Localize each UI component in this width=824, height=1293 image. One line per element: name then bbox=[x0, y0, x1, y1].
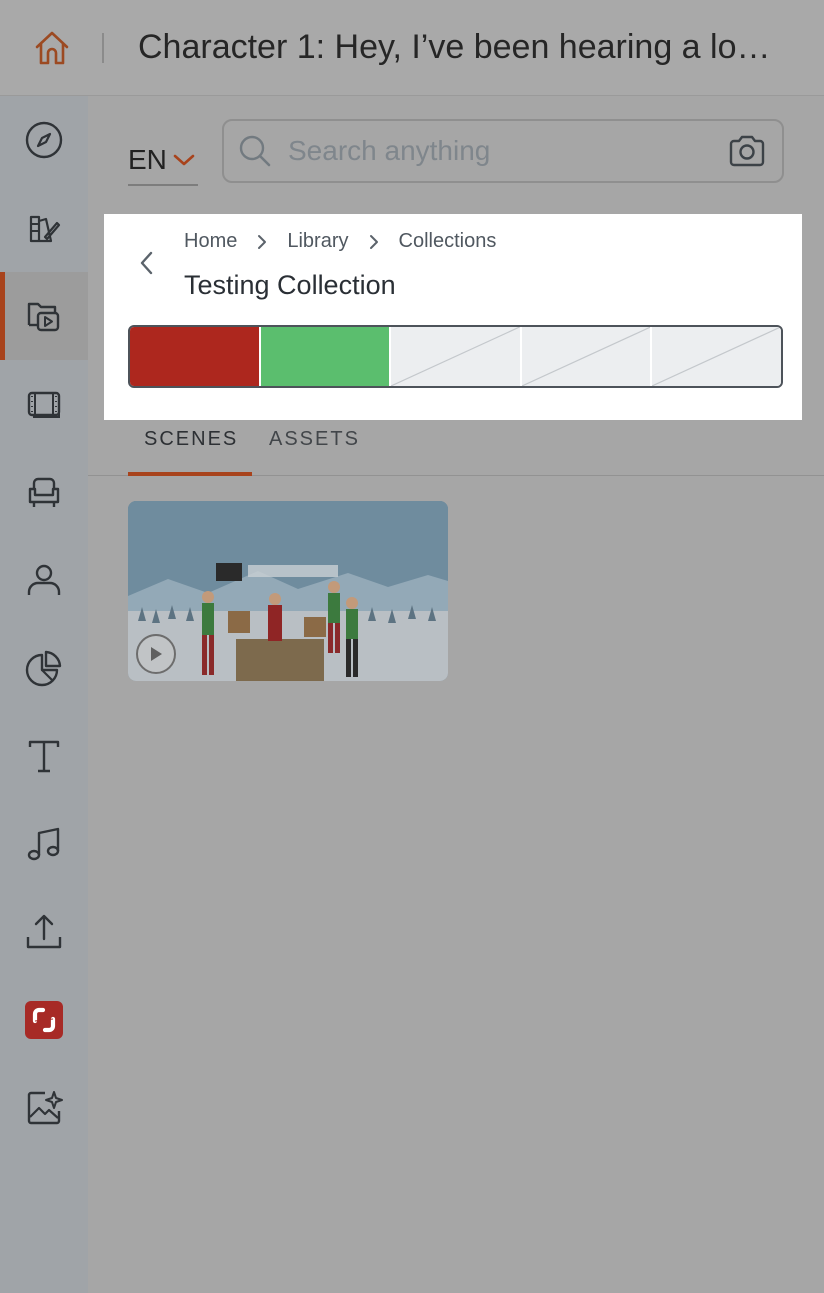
sidebar-item-charts[interactable] bbox=[0, 624, 88, 712]
document-title[interactable]: Character 1: Hey, I’ve been hearing a lo… bbox=[138, 28, 778, 67]
color-segment-empty[interactable] bbox=[389, 327, 520, 386]
scene-preview-image bbox=[128, 501, 448, 681]
language-selector[interactable]: EN bbox=[128, 136, 198, 186]
sidebar-item-ai-image[interactable] bbox=[0, 1064, 88, 1152]
folder-play-icon bbox=[27, 302, 60, 332]
home-icon bbox=[35, 31, 69, 64]
breadcrumb-collections[interactable]: Collections bbox=[399, 230, 497, 253]
tab-scenes[interactable]: SCENES bbox=[144, 428, 238, 451]
compass-icon bbox=[25, 121, 63, 159]
chevron-right-icon bbox=[369, 234, 378, 249]
image-sparkle-icon bbox=[27, 1091, 63, 1125]
music-note-icon bbox=[27, 827, 60, 861]
sidebar-item-characters[interactable] bbox=[0, 536, 88, 624]
sidebar-item-scenes[interactable] bbox=[0, 360, 88, 448]
search-input[interactable] bbox=[288, 135, 708, 167]
play-icon bbox=[151, 647, 162, 661]
chevron-left-icon[interactable] bbox=[134, 250, 160, 276]
sidebar-item-props[interactable] bbox=[0, 448, 88, 536]
top-bar: Character 1: Hey, I’ve been hearing a lo… bbox=[0, 0, 824, 96]
tab-assets[interactable]: ASSETS bbox=[269, 428, 360, 451]
palette-brush-icon bbox=[29, 215, 61, 243]
breadcrumb: Home Library Collections bbox=[184, 230, 496, 253]
scene-thumbnail[interactable] bbox=[128, 501, 448, 681]
chevron-down-icon bbox=[173, 154, 195, 166]
pie-chart-icon bbox=[25, 650, 62, 687]
sidebar-item-brand[interactable] bbox=[0, 976, 88, 1064]
tab-bar: SCENES ASSETS bbox=[88, 416, 824, 476]
film-icon bbox=[27, 391, 61, 418]
home-button[interactable] bbox=[0, 0, 104, 96]
collection-color-bar[interactable] bbox=[128, 325, 783, 388]
sidebar-item-music[interactable] bbox=[0, 800, 88, 888]
camera-icon[interactable] bbox=[728, 134, 766, 168]
color-segment-empty[interactable] bbox=[519, 327, 651, 386]
sidebar bbox=[0, 96, 88, 1293]
active-tab-indicator bbox=[128, 472, 252, 476]
sidebar-item-explore[interactable] bbox=[0, 96, 88, 184]
brand-logo-icon bbox=[25, 1001, 63, 1039]
language-value: EN bbox=[128, 144, 167, 175]
color-segment-empty[interactable] bbox=[650, 327, 781, 386]
sidebar-item-design[interactable] bbox=[0, 184, 88, 272]
search-box bbox=[222, 119, 784, 183]
search-icon bbox=[239, 135, 271, 167]
sidebar-item-library[interactable] bbox=[0, 272, 88, 360]
upload-icon bbox=[26, 914, 62, 949]
sidebar-item-text[interactable] bbox=[0, 712, 88, 800]
text-icon bbox=[28, 740, 60, 773]
color-segment-red[interactable] bbox=[130, 327, 259, 386]
breadcrumb-home[interactable]: Home bbox=[184, 230, 237, 253]
armchair-icon bbox=[28, 477, 60, 507]
color-segment-green[interactable] bbox=[258, 327, 390, 386]
chevron-right-icon bbox=[258, 234, 267, 249]
page-title: Testing Collection bbox=[184, 270, 396, 300]
play-button[interactable] bbox=[136, 634, 176, 674]
sidebar-item-upload[interactable] bbox=[0, 888, 88, 976]
breadcrumb-library[interactable]: Library bbox=[287, 230, 348, 253]
person-icon bbox=[27, 564, 61, 595]
collection-header-card: Home Library Collections Testing Collect… bbox=[104, 214, 802, 420]
